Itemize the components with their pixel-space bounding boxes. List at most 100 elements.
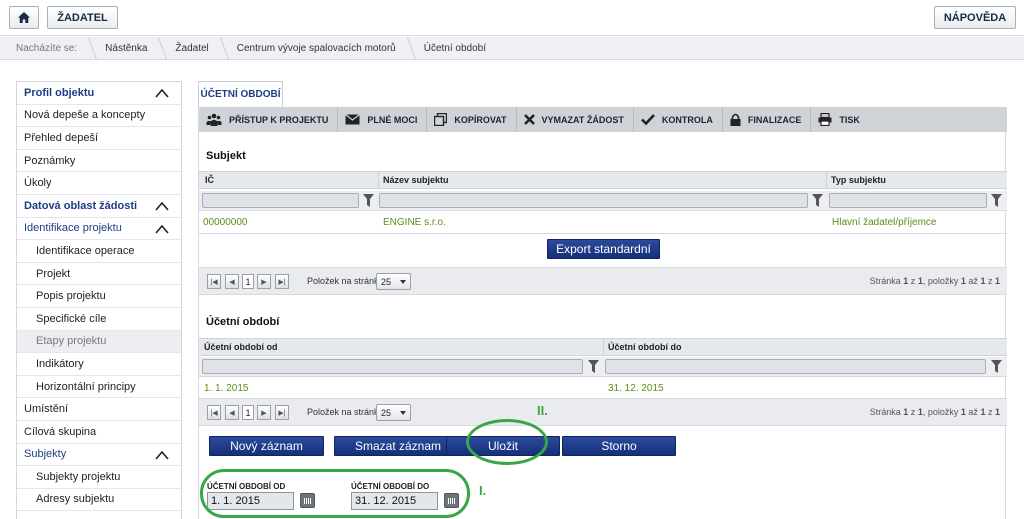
smazat-zaznam-button[interactable]: Smazat záznam bbox=[334, 436, 462, 456]
filter-icon[interactable] bbox=[363, 194, 374, 207]
toolbar-item-label: FINALIZACE bbox=[747, 114, 802, 125]
sidebar-item-subjekty[interactable]: Subjekty bbox=[17, 444, 181, 467]
sidebar-item-horizontalni-principy[interactable]: Horizontální principy bbox=[17, 376, 181, 399]
sidebar-item-etapy-projektu[interactable]: Etapy projektu bbox=[17, 330, 181, 354]
pager-status-total: 1 bbox=[994, 276, 1000, 286]
prev-page-button[interactable]: ◀ bbox=[225, 274, 239, 289]
table-row[interactable]: 1. 1. 2015 31. 12. 2015 bbox=[199, 379, 1007, 399]
first-page-button[interactable]: |◀ bbox=[207, 405, 221, 420]
sidebar-item-cilova-skupina[interactable]: Cílová skupina bbox=[17, 421, 181, 444]
ucetni-filter-row bbox=[199, 357, 1007, 377]
pager-status-items: , položky bbox=[922, 276, 959, 286]
sidebar-item-subjekty-projektu[interactable]: Subjekty projektu bbox=[17, 466, 181, 489]
column-header-do[interactable]: Účetní období do bbox=[608, 342, 682, 352]
next-page-button[interactable]: ▶ bbox=[257, 405, 271, 420]
next-page-button[interactable]: ▶ bbox=[257, 274, 271, 289]
sidebar-item-label: Specifické cíle bbox=[36, 312, 107, 325]
pager-status-page: 1 bbox=[903, 276, 909, 286]
column-header-typ[interactable]: Typ subjektu bbox=[831, 175, 886, 185]
filter-input-od[interactable] bbox=[202, 359, 583, 374]
sidebar-item-label: Indikátory bbox=[36, 357, 84, 370]
filter-input-nazev[interactable] bbox=[379, 193, 808, 208]
pristup-k-projektu-button[interactable]: PŘÍSTUP K PROJEKTU bbox=[199, 107, 339, 132]
sidebar-item-label: Projekt bbox=[36, 267, 71, 280]
filter-input-typ[interactable] bbox=[829, 193, 987, 208]
sidebar-item-datova-oblast[interactable]: Datová oblast žádosti bbox=[17, 195, 181, 218]
pager-status-total-word: z bbox=[987, 276, 993, 286]
breadcrumb-lead: Nacházíte se: bbox=[16, 42, 78, 54]
sidebar-item-adresy-subjektu[interactable]: Adresy subjektu bbox=[17, 489, 181, 512]
sidebar-item-umisteni[interactable]: Umístění bbox=[17, 398, 181, 421]
ucetni-section-title: Účetní období bbox=[206, 316, 280, 328]
annotation-ring-save bbox=[466, 419, 548, 465]
breadcrumb-item-nastenka[interactable]: Nástěnka bbox=[97, 37, 155, 60]
home-button[interactable] bbox=[9, 6, 39, 29]
cell-nazev: ENGINE s.r.o. bbox=[383, 217, 446, 228]
prev-page-button[interactable]: ◀ bbox=[225, 405, 239, 420]
breadcrumb-item-zadatel[interactable]: Žadatel bbox=[167, 37, 216, 60]
toolbar-item-label: KONTROLA bbox=[661, 114, 713, 125]
sidebar: Profil objektu Nová depeše a koncepty Př… bbox=[16, 81, 182, 519]
sidebar-item-label: Popis projektu bbox=[36, 290, 106, 303]
novy-zaznam-button[interactable]: Nový záznam bbox=[209, 436, 324, 456]
annotation-label-second: II. bbox=[537, 403, 548, 418]
kopirovat-button[interactable]: KOPÍROVAT bbox=[427, 107, 517, 132]
chevron-up-icon[interactable] bbox=[155, 88, 169, 98]
tab-ucetni-obdobi[interactable]: ÚČETNÍ OBDOBÍ bbox=[198, 81, 283, 107]
subjekt-pager: |◀ ◀ 1 ▶ ▶| Položek na stránku 25 Stránk… bbox=[199, 267, 1007, 295]
page-number[interactable]: 1 bbox=[242, 274, 254, 289]
filter-icon[interactable] bbox=[588, 360, 599, 373]
sidebar-item-label: Datová oblast žádosti bbox=[24, 199, 138, 212]
sidebar-item-nova-depese[interactable]: Nová depeše a koncepty bbox=[17, 105, 181, 128]
column-header-nazev[interactable]: Název subjektu bbox=[383, 175, 449, 185]
vymazat-zadost-button[interactable]: VYMAZAT ŽÁDOST bbox=[517, 107, 634, 132]
pager-status-items: , položky bbox=[922, 407, 959, 417]
pager-status-to: 1 bbox=[980, 407, 986, 417]
sidebar-item-indikatory[interactable]: Indikátory bbox=[17, 353, 181, 376]
sidebar-item-specificke-cile[interactable]: Specifické cíle bbox=[17, 308, 181, 331]
column-header-od[interactable]: Účetní období od bbox=[204, 342, 278, 352]
zadatel-button[interactable]: ŽADATEL bbox=[47, 6, 118, 29]
toolbar-item-label: VYMAZAT ŽÁDOST bbox=[541, 114, 624, 125]
chevron-up-icon[interactable] bbox=[155, 224, 169, 234]
page-number[interactable]: 1 bbox=[242, 405, 254, 420]
sidebar-item-identifikace-operace[interactable]: Identifikace operace bbox=[17, 240, 181, 263]
filter-icon[interactable] bbox=[991, 360, 1002, 373]
per-page-select[interactable]: 25 bbox=[376, 404, 411, 421]
per-page-value: 25 bbox=[381, 407, 392, 418]
annotation-label-first: I. bbox=[479, 483, 487, 498]
first-page-button[interactable]: |◀ bbox=[207, 274, 221, 289]
pager-status-total: 1 bbox=[994, 407, 1000, 417]
sidebar-item-popis-projektu[interactable]: Popis projektu bbox=[17, 285, 181, 308]
help-button[interactable]: NÁPOVĚDA bbox=[934, 6, 1016, 29]
export-standardni-button[interactable]: Export standardní bbox=[547, 239, 660, 259]
filter-input-ic[interactable] bbox=[202, 193, 359, 208]
table-row[interactable]: 00000000 ENGINE s.r.o. Hlavní žadatel/př… bbox=[199, 213, 1007, 233]
plne-moci-button[interactable]: PLNÉ MOCI bbox=[338, 107, 428, 132]
tisk-button[interactable]: TISK bbox=[811, 107, 869, 132]
sidebar-item-prehled-depesi[interactable]: Přehled depeší bbox=[17, 127, 181, 150]
last-page-button[interactable]: ▶| bbox=[275, 405, 289, 420]
sidebar-item-identifikace-projektu[interactable]: Identifikace projektu bbox=[17, 218, 181, 241]
subjekt-section-title: Subjekt bbox=[206, 150, 246, 162]
sidebar-item-profil-objektu[interactable]: Profil objektu bbox=[17, 82, 181, 105]
filter-icon[interactable] bbox=[991, 194, 1002, 207]
filter-icon[interactable] bbox=[812, 194, 823, 207]
chevron-up-icon[interactable] bbox=[155, 450, 169, 460]
sidebar-item-ukoly[interactable]: Úkoly bbox=[17, 172, 181, 195]
sidebar-item-label: Horizontální principy bbox=[36, 380, 136, 393]
filter-input-do[interactable] bbox=[605, 359, 986, 374]
subjekt-filter-row bbox=[199, 191, 1007, 211]
sidebar-item-poznamky[interactable]: Poznámky bbox=[17, 150, 181, 173]
kontrola-button[interactable]: KONTROLA bbox=[634, 107, 723, 132]
storno-button[interactable]: Storno bbox=[562, 436, 676, 456]
finalizace-button[interactable]: FINALIZACE bbox=[723, 107, 812, 132]
breadcrumb-item-project[interactable]: Centrum vývoje spalovacích motorů bbox=[229, 37, 404, 60]
column-header-ic[interactable]: IČ bbox=[205, 175, 214, 185]
per-page-select[interactable]: 25 bbox=[376, 273, 411, 290]
chevron-up-icon[interactable] bbox=[155, 201, 169, 211]
last-page-button[interactable]: ▶| bbox=[275, 274, 289, 289]
pager-status-of: z bbox=[910, 407, 916, 417]
toolbar-item-label: PŘÍSTUP K PROJEKTU bbox=[229, 114, 329, 125]
sidebar-item-projekt[interactable]: Projekt bbox=[17, 263, 181, 286]
